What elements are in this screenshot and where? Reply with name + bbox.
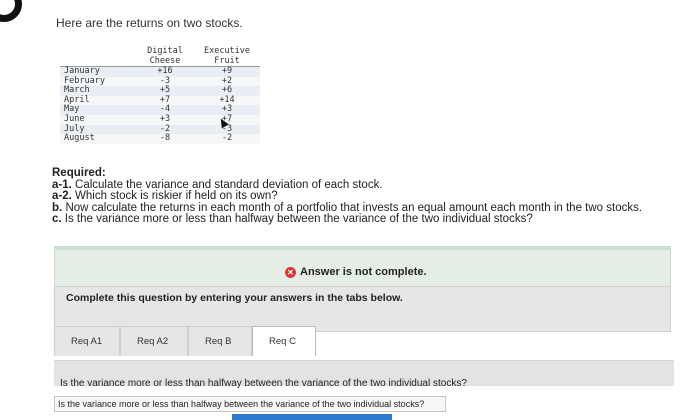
item-text: Calculate the variance and standard devi… xyxy=(75,178,383,191)
row-executive: -2 xyxy=(221,133,233,144)
question-text: Is the variance more or less than halfwa… xyxy=(60,378,467,389)
item-label: a-1. xyxy=(52,178,72,191)
header-digital-line2: Cheese xyxy=(149,56,181,66)
returns-table: Digital Cheese Executive Fruit January +1… xyxy=(60,46,260,144)
header-executive-line2: Fruit xyxy=(214,56,240,66)
tab-req-a1[interactable]: Req A1 xyxy=(54,326,120,356)
table-header-executive-fruit: Executive Fruit xyxy=(194,46,260,67)
tab-label: Req A1 xyxy=(71,336,103,347)
table-row: August -8 -2 xyxy=(60,134,260,144)
tab-label: Req A2 xyxy=(137,336,169,347)
tab-req-c[interactable]: Req C xyxy=(252,326,316,356)
row-digital: -8 xyxy=(159,133,171,144)
x-circle-icon: ✕ xyxy=(285,266,296,278)
item-text: Which stock is riskier if held on its ow… xyxy=(75,190,278,203)
required-section: Required: a-1. Calculate the variance an… xyxy=(52,167,643,226)
answer-highlight-bar xyxy=(232,414,392,420)
header-digital-line1: Digital xyxy=(147,46,183,56)
item-label: b. xyxy=(52,201,63,214)
item-text: Now calculate the returns in each month … xyxy=(65,201,643,214)
tabs-instructions: Complete this question by entering your … xyxy=(66,292,403,304)
tab-req-b[interactable]: Req B xyxy=(188,326,252,356)
required-item-c: c. Is the variance more or less than hal… xyxy=(52,214,642,226)
tab-label: Req B xyxy=(205,336,232,347)
item-label: a-2. xyxy=(52,190,72,203)
answer-status: ✕ Answer is not complete. xyxy=(285,266,427,278)
intro-text: Here are the returns on two stocks. xyxy=(56,16,243,30)
row-month: August xyxy=(64,133,95,144)
answer-select[interactable]: Is the variance more or less than halfwa… xyxy=(54,396,446,412)
tab-req-a2[interactable]: Req A2 xyxy=(120,326,188,356)
table-header-digital-cheese: Digital Cheese xyxy=(136,46,194,67)
item-text: Is the variance more or less than halfwa… xyxy=(64,213,533,226)
status-strip xyxy=(54,246,671,250)
answer-status-text: Answer is not complete. xyxy=(300,266,427,278)
table-header-month xyxy=(60,46,136,67)
corner-logo xyxy=(0,0,22,22)
tab-label: Req C xyxy=(269,336,296,347)
header-executive-line1: Executive xyxy=(203,46,251,56)
tab-bar: Req A1 Req A2 Req B Req C xyxy=(54,326,316,356)
item-label: c. xyxy=(52,213,62,226)
